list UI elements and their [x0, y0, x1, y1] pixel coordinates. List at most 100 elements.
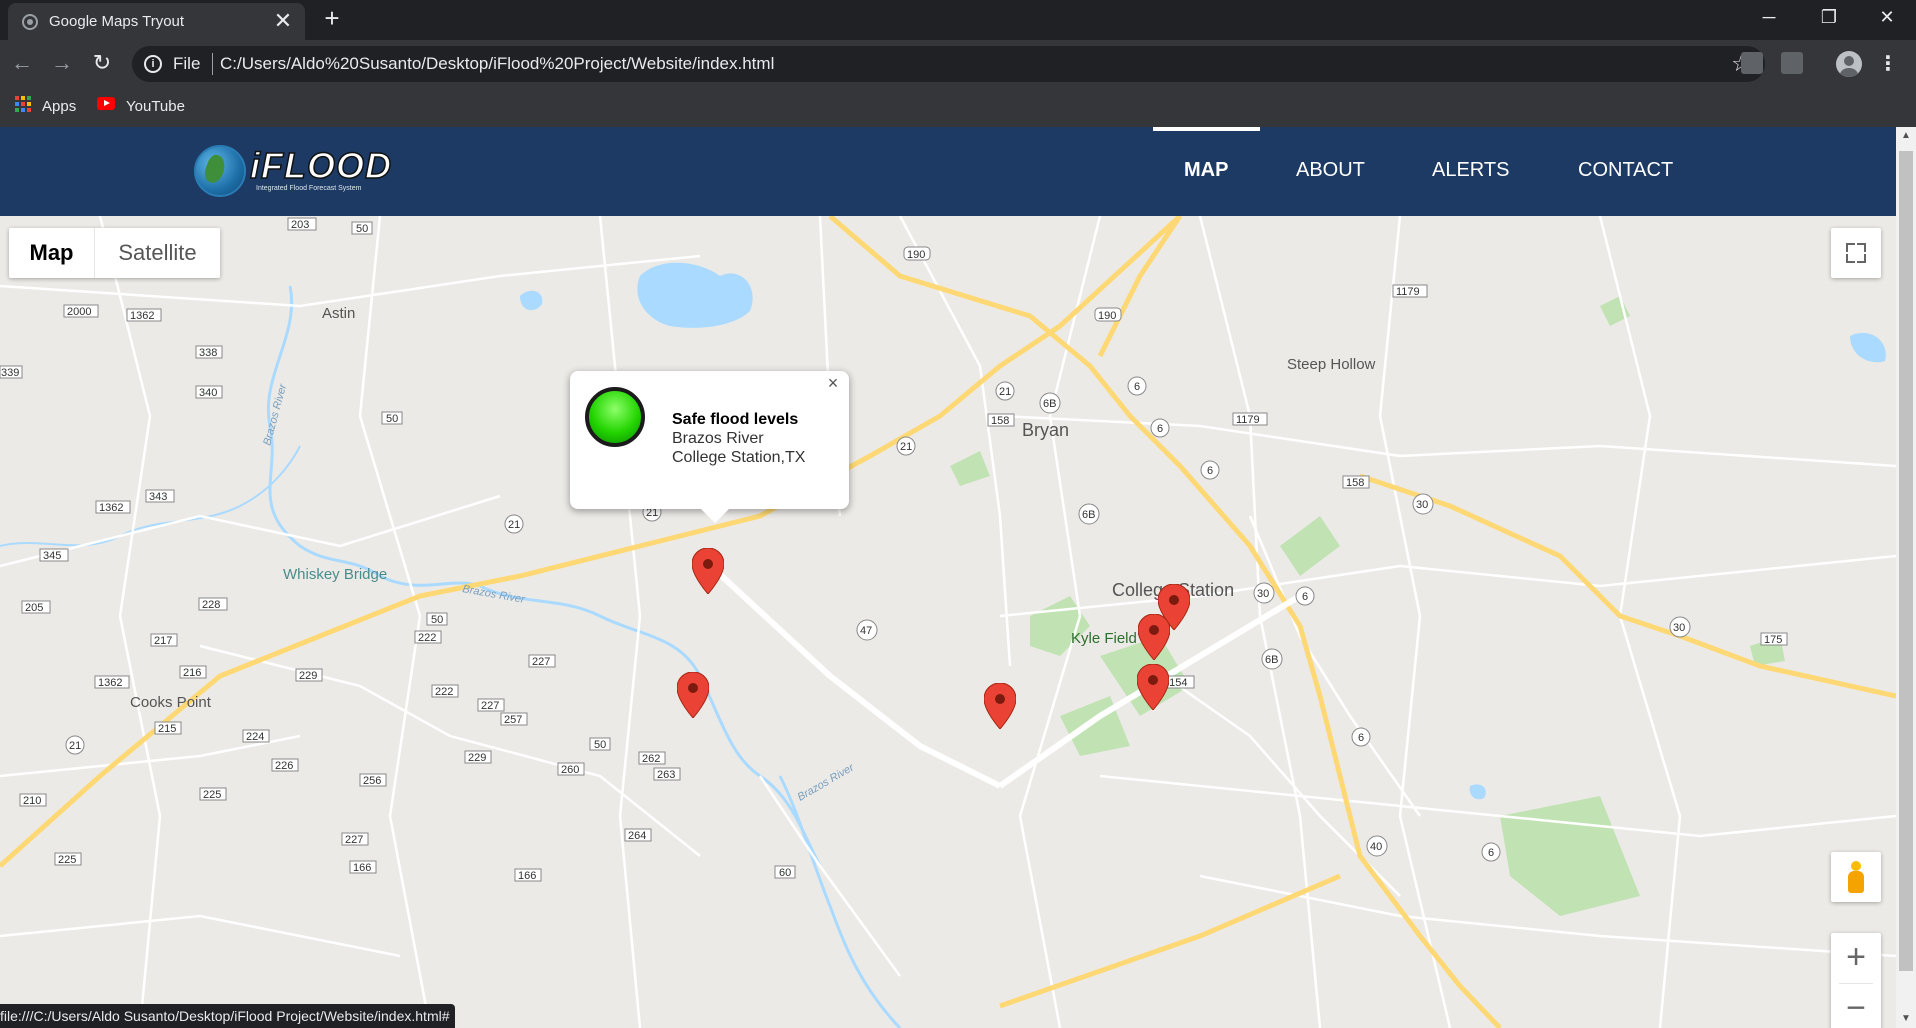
map-type-satellite-button[interactable]: Satellite — [95, 228, 220, 278]
lake — [1469, 784, 1486, 800]
svg-text:21: 21 — [999, 386, 1011, 398]
browser-tabstrip: Google Maps Tryout ✕ + ─ ❐ ✕ — [0, 0, 1916, 40]
green-status-light-icon — [585, 387, 645, 447]
svg-text:260: 260 — [561, 764, 579, 776]
close-window-button[interactable]: ✕ — [1858, 0, 1916, 34]
svg-text:6: 6 — [1302, 591, 1308, 603]
svg-text:263: 263 — [657, 769, 675, 781]
svg-text:50: 50 — [356, 223, 368, 235]
google-map[interactable]: Astin Bryan Steep Hollow University Whis… — [0, 216, 1896, 1028]
route-shields: 203 50 2000 1362 338 340 339 50 343 1362… — [0, 217, 1788, 882]
scrollbar-thumb[interactable] — [1899, 151, 1913, 971]
svg-text:6: 6 — [1157, 423, 1163, 435]
zoom-out-button[interactable]: − — [1831, 984, 1881, 1028]
svg-text:21: 21 — [508, 519, 520, 531]
bookmark-youtube[interactable]: YouTube — [126, 95, 185, 119]
svg-text:340: 340 — [199, 387, 217, 399]
map-tiles[interactable]: Astin Bryan Steep Hollow University Whis… — [0, 216, 1896, 1028]
svg-text:256: 256 — [363, 775, 381, 787]
bookmark-apps[interactable]: Apps — [42, 95, 76, 119]
svg-text:216: 216 — [183, 667, 201, 679]
scroll-down-arrow-icon[interactable]: ▼ — [1896, 1010, 1916, 1028]
page-scrollbar[interactable]: ▲ ▼ — [1896, 127, 1916, 1028]
svg-text:6B: 6B — [1082, 509, 1095, 521]
svg-text:40: 40 — [1370, 841, 1382, 853]
svg-text:6: 6 — [1134, 381, 1140, 393]
svg-text:338: 338 — [199, 347, 217, 359]
nav-alerts[interactable]: ALERTS — [1432, 159, 1509, 182]
forward-button[interactable]: → — [47, 48, 77, 78]
back-button[interactable]: ← — [7, 48, 37, 78]
page-viewport: iFLOOD Integrated Flood Forecast System … — [0, 127, 1916, 1028]
svg-text:262: 262 — [642, 753, 660, 765]
globe-logo-icon — [194, 145, 246, 197]
brazos-river-south — [778, 775, 902, 1028]
tab-close-button[interactable]: ✕ — [271, 9, 295, 33]
zoom-in-button[interactable]: + — [1831, 933, 1881, 983]
svg-text:175: 175 — [1764, 634, 1782, 646]
fullscreen-icon — [1846, 254, 1855, 263]
browser-menu-icon[interactable]: ⋮ — [1878, 50, 1898, 78]
svg-text:166: 166 — [518, 870, 536, 882]
nav-about[interactable]: ABOUT — [1296, 159, 1365, 182]
label-brazos-river-south: Brazos River — [796, 761, 858, 804]
park — [1030, 596, 1090, 656]
location-name: College Station,TX — [672, 449, 806, 466]
svg-text:1179: 1179 — [1236, 414, 1260, 426]
minimize-button[interactable]: ─ — [1740, 0, 1798, 34]
svg-text:225: 225 — [58, 854, 76, 866]
lake — [1850, 332, 1886, 363]
zoom-control: + − — [1831, 933, 1881, 1028]
info-window-close-button[interactable]: × — [823, 373, 843, 393]
flood-marker[interactable] — [984, 683, 1016, 729]
svg-text:21: 21 — [69, 740, 81, 752]
fullscreen-button[interactable] — [1831, 228, 1881, 278]
flood-marker[interactable] — [1138, 614, 1170, 660]
svg-text:227: 227 — [345, 834, 363, 846]
svg-text:60: 60 — [779, 867, 791, 879]
flood-marker[interactable] — [677, 672, 709, 718]
svg-text:50: 50 — [594, 739, 606, 751]
browser-tab[interactable]: Google Maps Tryout ✕ — [8, 3, 305, 40]
svg-text:6: 6 — [1358, 732, 1364, 744]
fullscreen-icon — [1846, 243, 1855, 252]
svg-text:203: 203 — [291, 219, 309, 231]
address-url[interactable]: C:/Users/Aldo%20Susanto/Desktop/iFlood%2… — [220, 54, 774, 74]
site-logo[interactable]: iFLOOD Integrated Flood Forecast System — [194, 143, 392, 197]
restore-button[interactable]: ❐ — [1800, 0, 1858, 34]
place-steep-hollow: Steep Hollow — [1287, 356, 1376, 373]
address-bar[interactable]: i File C:/Users/Aldo%20Susanto/Desktop/i… — [132, 46, 1765, 82]
extension-icon[interactable] — [1741, 52, 1763, 74]
svg-text:30: 30 — [1416, 499, 1428, 511]
new-tab-button[interactable]: + — [318, 4, 346, 32]
scroll-up-arrow-icon[interactable]: ▲ — [1896, 127, 1916, 145]
park — [1500, 796, 1640, 916]
flood-marker[interactable] — [1137, 664, 1169, 710]
pdf-extension-icon[interactable] — [1781, 52, 1803, 74]
map-type-map-button[interactable]: Map — [9, 228, 94, 278]
place-kyle-field: Kyle Field — [1071, 630, 1137, 647]
svg-text:343: 343 — [149, 491, 167, 503]
nav-map[interactable]: MAP — [1184, 159, 1228, 182]
svg-text:229: 229 — [299, 670, 317, 682]
flood-marker[interactable] — [692, 548, 724, 594]
lake — [637, 262, 753, 328]
street-view-pegman-button[interactable] — [1831, 852, 1881, 902]
svg-text:225: 225 — [203, 789, 221, 801]
nav-contact[interactable]: CONTACT — [1578, 159, 1673, 182]
svg-text:222: 222 — [418, 632, 436, 644]
reload-button[interactable]: ↻ — [87, 48, 117, 78]
svg-text:158: 158 — [991, 415, 1009, 427]
logo-tagline: Integrated Flood Forecast System — [256, 185, 362, 192]
svg-text:228: 228 — [202, 599, 220, 611]
svg-text:47: 47 — [860, 625, 872, 637]
svg-text:222: 222 — [435, 686, 453, 698]
svg-text:158: 158 — [1346, 477, 1364, 489]
profile-avatar-icon[interactable] — [1836, 51, 1862, 77]
label-brazos-river: Brazos River — [461, 583, 526, 606]
info-icon[interactable]: i — [144, 55, 162, 73]
map-type-control: Map Satellite — [9, 228, 220, 278]
lake — [520, 290, 543, 311]
place-whiskey-bridge: Whiskey Bridge — [283, 566, 387, 583]
logo-text: iFLOOD — [249, 144, 392, 187]
